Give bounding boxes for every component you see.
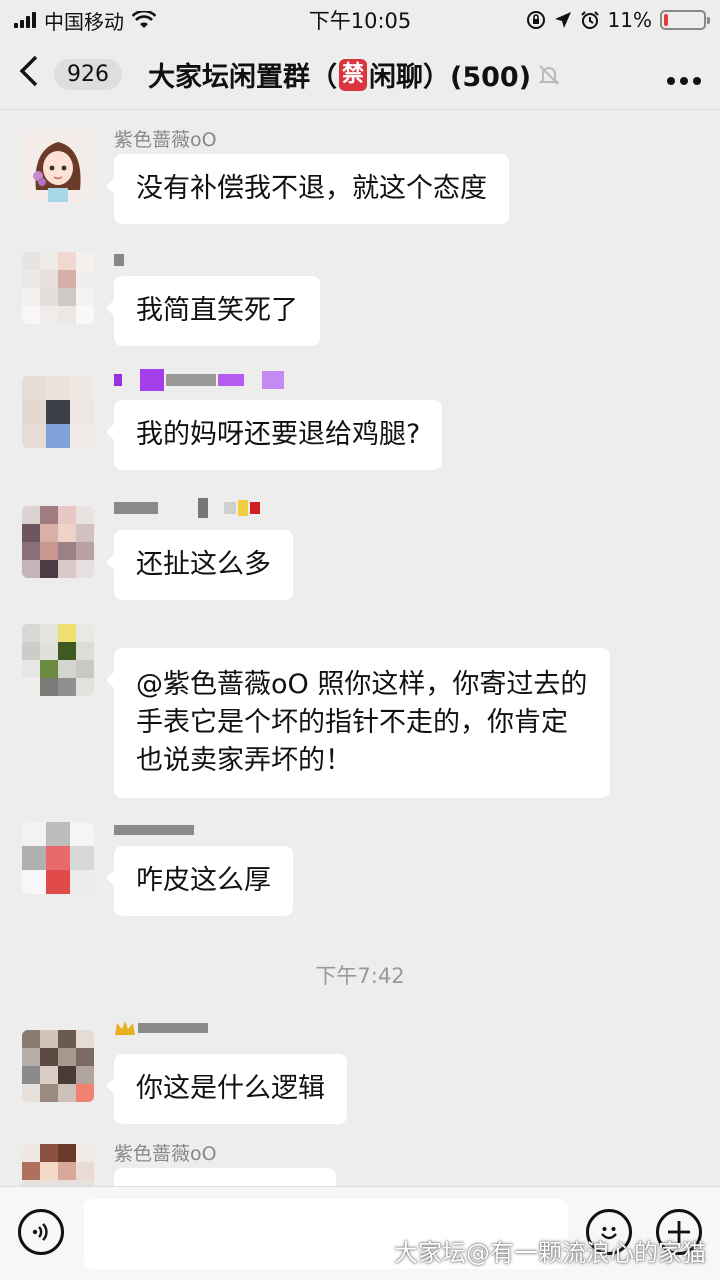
message-bubble[interactable]: 我简直笑死了 [106,276,320,346]
sender-name-redacted [114,368,284,392]
message-bubble[interactable]: 还扯这么多 [106,530,293,600]
clock: 下午10:05 [308,9,412,33]
chat-title: 大家坛闲置群（ 禁 闲聊）(500) [148,55,561,94]
message-item: 还扯这么多 [22,498,702,602]
location-icon [554,12,571,28]
avatar[interactable] [22,376,94,448]
title-suffix: 闲聊）(500) [369,62,532,93]
forbid-badge: 禁 [339,58,368,91]
orientation-lock-icon [526,11,545,29]
message-bubble[interactable]: @紫色蔷薇oO 照你这样，你寄过去的手表它是个坏的指针不走的，你肯定也说卖家弄坏… [106,648,610,798]
voice-icon [32,1223,48,1241]
watermark-text: 大家坛@有一颗流浪心的家猫 [394,1239,706,1267]
signal-icon [14,12,36,28]
more-icon [667,76,701,85]
sender-name-redacted [114,818,194,842]
message-item: 我的妈呀还要退给鸡腿? [22,369,702,472]
message-text: 我的妈呀还要退给鸡腿? [136,419,421,450]
chevron-left-icon [19,55,38,87]
sender-name-redacted [114,248,124,272]
sender-name: 紫色蔷薇oO [114,128,217,151]
battery-icon [660,10,710,30]
message-bubble[interactable]: 我的妈呀还要退给鸡腿? [105,400,443,470]
time-divider: 下午7:42 [315,964,405,988]
sender-name: 紫色蔷薇oO [114,1144,217,1165]
avatar[interactable] [22,1030,94,1102]
carrier-label: 中国移动 [44,9,124,34]
message-bubble[interactable]: 咋皮这么厚 [106,846,293,916]
title-prefix: 大家坛闲置群（ [148,62,337,93]
avatar[interactable] [22,624,94,696]
unread-badge[interactable]: 926 [54,59,122,90]
message-item: 紫色蔷薇oO [22,1144,702,1186]
message-text: 没有补偿我不退，就这个态度 [136,173,487,204]
crown-icon [115,1021,135,1035]
chat-header: 926 大家坛闲置群（ 禁 闲聊）(500) [0,40,720,110]
avatar[interactable] [22,822,94,894]
wifi-icon [132,11,156,28]
back-button[interactable] [18,54,46,95]
avatar[interactable] [22,252,94,324]
girl-avatar-icon [22,130,94,202]
bell-slash-icon [538,64,560,85]
battery-percent: 11% [607,8,652,32]
avatar[interactable] [22,1144,94,1186]
message-item: 你这是什么逻辑 [22,1021,702,1126]
sender-name-redacted [114,496,260,520]
battery-level [664,14,669,26]
message-text: @紫色蔷薇oO 照你这样，你寄过去的手表它是个坏的指针不走的，你肯定也说卖家弄坏… [136,669,588,776]
message-text: 我简直笑死了 [136,295,298,326]
alarm-icon [580,11,599,29]
message-item: 我简直笑死了 [22,252,702,348]
more-button[interactable] [666,59,702,91]
sender-name-redacted [114,1016,208,1040]
avatar[interactable] [22,130,94,202]
message-bubble[interactable]: 没有补偿我不退，就这个态度 [106,154,509,224]
voice-button[interactable] [18,1209,64,1255]
avatar[interactable] [22,506,94,578]
message-text: 咋皮这么厚 [136,865,271,896]
message-text: 你这是什么逻辑 [136,1073,325,1104]
message-text: 还扯这么多 [136,549,271,580]
message-bubble[interactable]: 你这是什么逻辑 [106,1054,347,1124]
input-bar: 大家坛@有一颗流浪心的家猫 [0,1186,720,1280]
message-item: @紫色蔷薇oO 照你这样，你寄过去的手表它是个坏的指针不走的，你肯定也说卖家弄坏… [22,624,702,804]
message-bubble[interactable] [114,1168,336,1186]
status-bar: 中国移动 下午10:05 11% [0,0,720,40]
message-item: 咋皮这么厚 [22,822,702,918]
message-item: 紫色蔷薇oO 没有补偿我不退，就这个态度 [22,129,702,226]
